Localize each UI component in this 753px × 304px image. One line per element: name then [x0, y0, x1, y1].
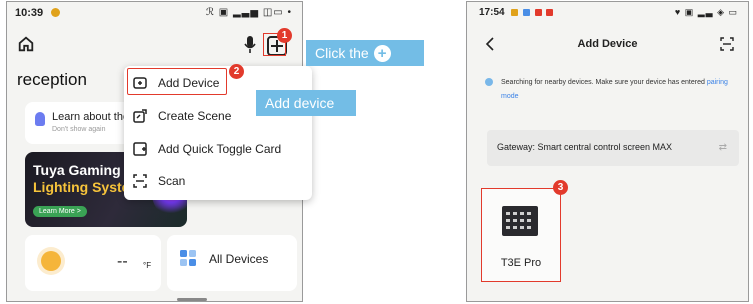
notification-icon	[511, 9, 518, 16]
device-image-key	[506, 212, 510, 215]
device-image-key	[513, 212, 517, 215]
lightbulb-icon	[35, 112, 45, 126]
callout-add-device-text: Add device	[265, 95, 335, 111]
quick-toggle-icon	[133, 142, 147, 156]
status-bar: 17:54 ♥ ▣ ▂▃ ◈ ▭	[467, 2, 748, 22]
notification-icon	[51, 8, 60, 17]
callout-add-device: Add device	[256, 90, 356, 116]
device-image-key	[520, 212, 524, 215]
menu-item-scan[interactable]: Scan	[124, 166, 312, 196]
device-name: T3E Pro	[500, 257, 542, 269]
searching-spinner-icon	[485, 78, 493, 86]
all-devices-label: All Devices	[209, 252, 269, 266]
step-badge-1: 1	[277, 28, 292, 43]
step-badge-2: 2	[229, 64, 244, 79]
status-bar: 10:39 ℛ ▣ ▂▃▅ ◫▭ •	[7, 2, 302, 24]
device-image-key	[506, 219, 510, 222]
learn-more-button[interactable]: Learn More >	[33, 206, 87, 217]
sun-icon	[41, 251, 61, 271]
notification-icons	[511, 8, 555, 19]
scan-icon	[133, 174, 147, 188]
home-icon[interactable]	[17, 35, 35, 53]
grid-icon	[180, 250, 196, 266]
menu-item-add-quick-toggle-card[interactable]: Add Quick Toggle Card	[124, 134, 312, 164]
searching-text: Searching for nearby devices. Make sure …	[501, 79, 705, 86]
device-image	[502, 206, 538, 236]
step-badge-3: 3	[553, 180, 568, 195]
status-time: 10:39	[15, 7, 44, 19]
temperature-unit: °F	[143, 261, 152, 270]
highlight-add-device	[127, 68, 227, 95]
callout-click-plus: Click the +	[306, 40, 424, 66]
notification-icon	[522, 9, 530, 16]
gateway-label: Gateway: Smart central control screen MA…	[497, 142, 673, 152]
device-image-key	[527, 212, 531, 215]
device-image-key	[527, 219, 531, 222]
dont-show-again-link[interactable]: Don't show again	[52, 126, 105, 133]
searching-message: Searching for nearby devices. Make sure …	[501, 76, 741, 104]
menu-label-scan: Scan	[158, 174, 186, 188]
page-title: Add Device	[577, 38, 638, 50]
device-image-key	[506, 226, 510, 229]
scan-icon[interactable]	[720, 37, 734, 51]
status-icons: ℛ ▣ ▂▃▅ ◫▭ •	[205, 7, 292, 18]
phone-screen-add-device: 17:54 ♥ ▣ ▂▃ ◈ ▭ Add Device Searching fo…	[466, 1, 749, 302]
switch-gateway-icon[interactable]: ⇄	[719, 142, 727, 153]
room-title: reception	[17, 70, 87, 89]
device-image-key	[520, 226, 524, 229]
status-time: 17:54	[479, 7, 505, 18]
menu-label-add-quick-toggle-card: Add Quick Toggle Card	[158, 142, 282, 156]
callout-click-text: Click the	[315, 45, 369, 61]
temperature-value: --	[117, 253, 128, 270]
create-scene-icon	[133, 109, 147, 123]
learn-card-title: Learn about the	[52, 111, 130, 123]
device-image-key	[520, 219, 524, 222]
banner-title-line2: Lighting Syste	[33, 179, 130, 195]
banner-title-line1: Tuya Gaming	[33, 162, 121, 178]
notification-icon	[534, 9, 542, 16]
home-indicator	[177, 298, 207, 301]
device-image-key	[513, 226, 517, 229]
gateway-selector[interactable]: Gateway: Smart central control screen MA…	[487, 130, 739, 166]
device-image-key	[513, 219, 517, 222]
menu-label-create-scene: Create Scene	[158, 109, 232, 123]
device-image-key	[527, 226, 531, 229]
device-card-t3e-pro[interactable]: T3E Pro	[481, 188, 561, 282]
notification-icon	[546, 9, 554, 16]
weather-card[interactable]: -- °F	[25, 235, 161, 291]
plus-circle-icon: +	[373, 44, 391, 62]
microphone-icon[interactable]	[243, 35, 257, 55]
status-icons: ♥ ▣ ▂▃ ◈ ▭	[674, 7, 738, 17]
add-menu: Add Device Create Scene Add Quick Toggle…	[124, 66, 312, 200]
all-devices-card[interactable]: All Devices	[167, 235, 297, 291]
